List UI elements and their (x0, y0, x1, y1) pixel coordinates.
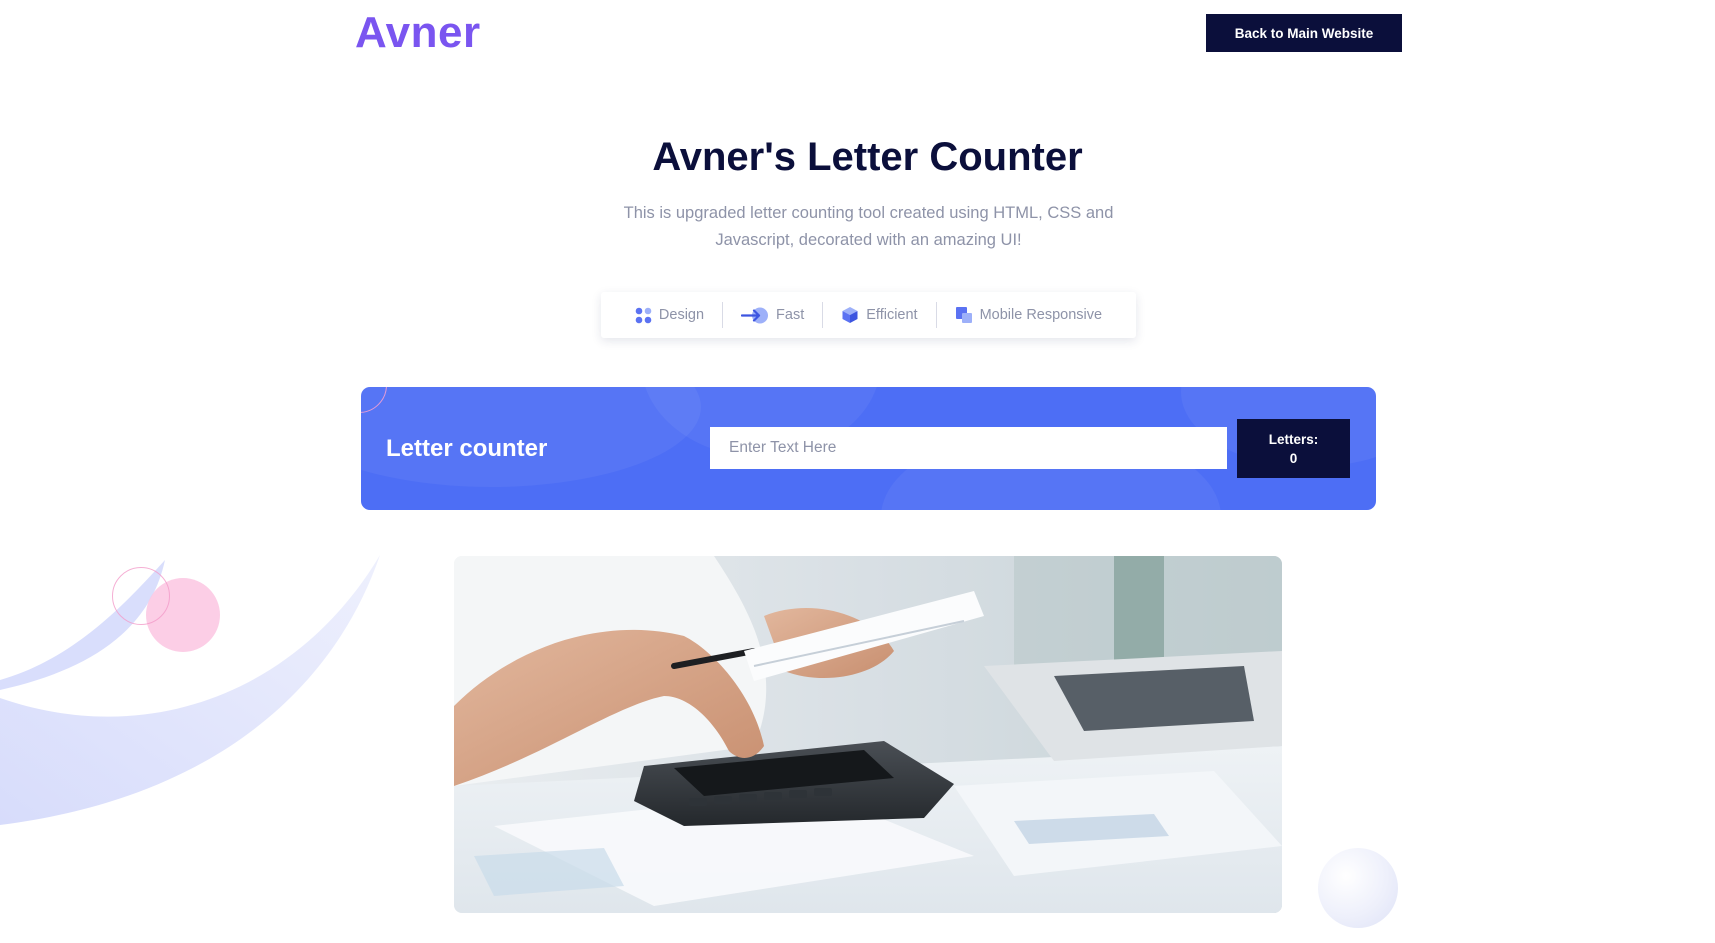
features-bar: Design Fast Efficient Mobile Responsive (601, 292, 1136, 338)
arrow-right-icon (741, 307, 769, 323)
letter-count-label: Letters: (1268, 431, 1319, 447)
feature-fast: Fast (722, 302, 822, 328)
feature-label: Efficient (866, 307, 918, 323)
feature-mobile-responsive: Mobile Responsive (935, 302, 1121, 328)
decorative-bubble (1318, 848, 1398, 928)
letter-count-display: Letters: 0 (1237, 419, 1350, 478)
text-input[interactable] (710, 427, 1227, 469)
dots-grid-icon (635, 307, 652, 323)
calculator-photo (454, 556, 1282, 913)
letter-count-value: 0 (1289, 450, 1298, 466)
letter-counter-title: Letter counter (386, 435, 548, 462)
letter-counter-panel: Letter counter Letters: 0 (361, 387, 1376, 510)
devices-icon (955, 307, 972, 323)
feature-label: Mobile Responsive (979, 307, 1103, 323)
page-title: Avner's Letter Counter (652, 135, 1083, 179)
decorative-swoosh (0, 555, 380, 825)
feature-design: Design (617, 302, 722, 328)
back-to-main-website-button[interactable]: Back to Main Website (1206, 14, 1402, 52)
logo[interactable]: Avner (355, 8, 481, 58)
page: Avner Back to Main Website Avner's Lette… (0, 0, 1715, 943)
feature-label: Fast (776, 307, 805, 323)
decorative-ring (112, 567, 170, 625)
page-subtitle: This is upgraded letter counting tool cr… (623, 204, 1114, 249)
feature-efficient: Efficient (822, 302, 935, 328)
feature-label: Design (658, 307, 705, 323)
cube-icon (842, 307, 858, 323)
